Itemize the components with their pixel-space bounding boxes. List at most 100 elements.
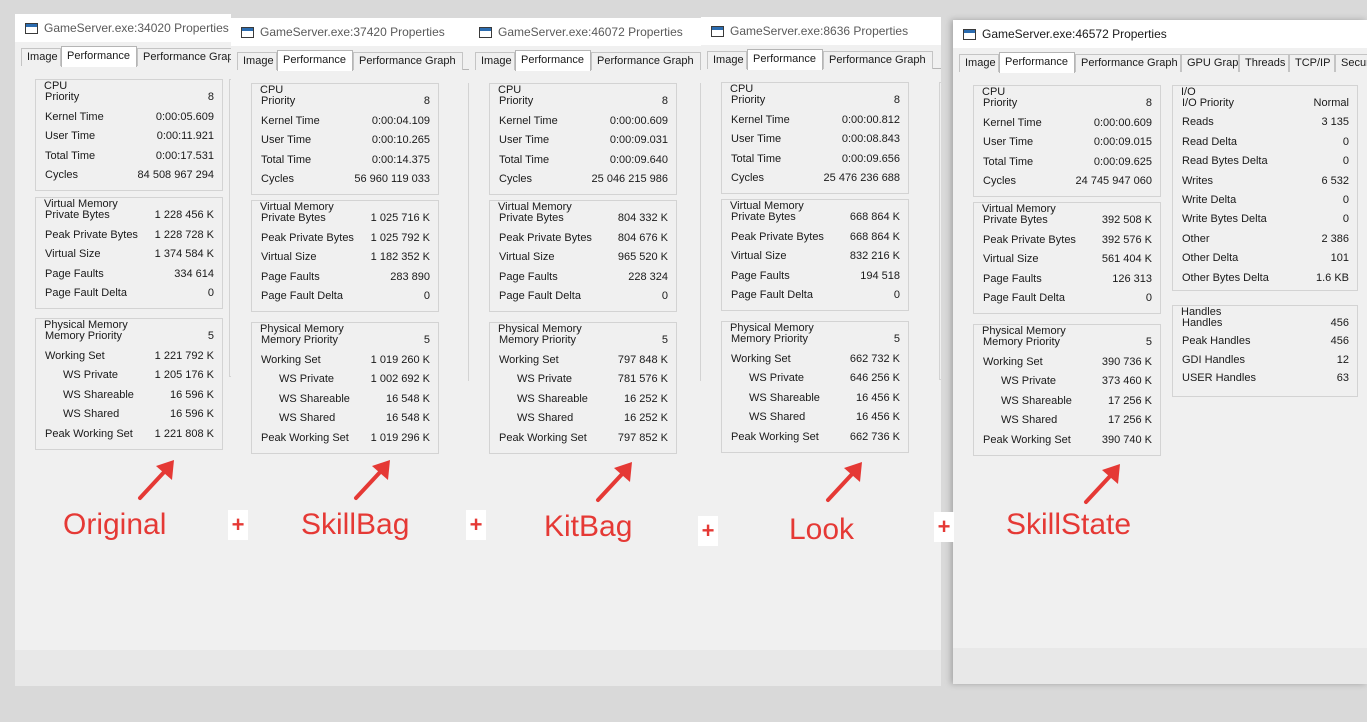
pm-row-ws-private: WS Private 781 576 K bbox=[499, 372, 668, 386]
properties-window-4: GameServer.exe:8636 Properties Image Perfo… bbox=[701, 17, 941, 686]
vm-row-peak-private-bytes: Peak Private Bytes 1 025 792 K bbox=[261, 231, 430, 245]
handles-row-0-value: 456 bbox=[1330, 317, 1349, 329]
io-row-7-label: Other bbox=[1182, 232, 1210, 245]
arrow-icon bbox=[1084, 464, 1120, 504]
title-bar: GameServer.exe:8636 Properties bbox=[701, 17, 941, 45]
tab-image[interactable]: Image bbox=[237, 52, 277, 70]
vm-row-peak-private-bytes-value: 804 676 K bbox=[617, 231, 668, 244]
cpu-row-priority: Priority 8 bbox=[731, 93, 900, 107]
pm-row-memory-priority: Memory Priority 5 bbox=[983, 335, 1152, 349]
io-row-1-label: Reads bbox=[1182, 116, 1214, 129]
tab-image[interactable]: Image bbox=[959, 54, 999, 72]
vm-row-page-faults: Page Faults 283 890 bbox=[261, 270, 430, 284]
pm-row-memory-priority-label: Memory Priority bbox=[731, 333, 809, 345]
properties-window-2: GameServer.exe:37420 Properties Image Perf… bbox=[231, 18, 470, 686]
vm-row-peak-private-bytes-label: Peak Private Bytes bbox=[261, 231, 354, 244]
vm-row-private-bytes-value: 392 508 K bbox=[1101, 214, 1152, 226]
cpu-row-cycles-label: Cycles bbox=[261, 173, 295, 186]
cpu-row-cycles: Cycles 25 046 215 986 bbox=[499, 172, 668, 186]
vm-row-page-fault-delta-label: Page Fault Delta bbox=[499, 290, 581, 303]
tab-performance-graph[interactable]: Performance Graph bbox=[1075, 54, 1181, 72]
cpu-row-cycles-value: 25 046 215 986 bbox=[591, 173, 668, 186]
tab-image[interactable]: Image bbox=[707, 51, 747, 69]
vm-row-page-faults-value: 334 614 bbox=[174, 267, 214, 280]
io-row-0-value: Normal bbox=[1313, 97, 1349, 109]
cpu-row-cycles: Cycles 84 508 967 294 bbox=[45, 168, 214, 182]
plus-sign-4: + bbox=[934, 512, 954, 542]
tab-image[interactable]: Image bbox=[21, 48, 61, 66]
handles-row-2-value: 12 bbox=[1336, 353, 1349, 366]
plus-sign-1: + bbox=[228, 510, 248, 540]
pm-row-working-set-value: 1 019 260 K bbox=[370, 353, 430, 366]
cpu-row-total-time-label: Total Time bbox=[983, 155, 1034, 168]
pm-row-ws-shareable-value: 16 596 K bbox=[169, 388, 214, 401]
vm-row-page-fault-delta: Page Fault Delta 0 bbox=[261, 289, 430, 303]
pm-row-ws-private: WS Private 646 256 K bbox=[731, 371, 900, 385]
vm-row-page-fault-delta: Page Fault Delta 0 bbox=[731, 288, 900, 302]
vm-row-private-bytes-label: Private Bytes bbox=[983, 214, 1048, 226]
tab-performance[interactable]: Performance bbox=[747, 49, 823, 70]
pm-row-working-set: Working Set 1 221 792 K bbox=[45, 349, 214, 363]
tab-tcpip[interactable]: TCP/IP bbox=[1289, 54, 1335, 72]
vm-row-page-faults-label: Page Faults bbox=[499, 270, 558, 283]
vm-row-virtual-size-value: 965 520 K bbox=[617, 251, 668, 264]
tab-threads[interactable]: Threads bbox=[1239, 54, 1289, 72]
cpu-row-user-time: User Time 0:00:11.921 bbox=[45, 129, 214, 143]
tab-performance-graph[interactable]: Performance Graph bbox=[137, 48, 231, 66]
pm-row-ws-shareable: WS Shareable 16 596 K bbox=[45, 388, 214, 402]
cpu-row-kernel-time-label: Kernel Time bbox=[45, 110, 104, 123]
pm-row-ws-shareable: WS Shareable 16 548 K bbox=[261, 392, 430, 406]
handles-row-0-label: Handles bbox=[1182, 317, 1223, 329]
cpu-row-user-time: User Time 0:00:09.031 bbox=[499, 133, 668, 147]
tab-performance[interactable]: Performance bbox=[515, 50, 591, 71]
tab-security[interactable]: Security bbox=[1335, 54, 1367, 72]
vm-row-page-fault-delta: Page Fault Delta 0 bbox=[499, 289, 668, 303]
cpu-row-kernel-time: Kernel Time 0:00:05.609 bbox=[45, 110, 214, 124]
tab-performance-graph[interactable]: Performance Graph bbox=[823, 51, 933, 69]
pm-row-ws-shared-value: 16 252 K bbox=[623, 412, 668, 425]
vm-row-page-fault-delta-label: Page Fault Delta bbox=[731, 289, 813, 302]
pm-row-working-set: Working Set 1 019 260 K bbox=[261, 353, 430, 367]
cpu-row-user-time-label: User Time bbox=[731, 133, 782, 146]
tab-image[interactable]: Image bbox=[475, 52, 515, 70]
cpu-row-cycles-label: Cycles bbox=[499, 173, 533, 186]
tab-performance-graph[interactable]: Performance Graph bbox=[591, 52, 701, 70]
pm-row-working-set-value: 1 221 792 K bbox=[154, 349, 214, 362]
vm-row-virtual-size-label: Virtual Size bbox=[45, 248, 101, 261]
pm-row-working-set-label: Working Set bbox=[261, 353, 321, 366]
vm-row-peak-private-bytes-label: Peak Private Bytes bbox=[731, 230, 824, 243]
handles-row-2-label: GDI Handles bbox=[1182, 353, 1245, 366]
io-row-4-value: 6 532 bbox=[1321, 174, 1349, 187]
tab-performance[interactable]: Performance bbox=[999, 52, 1075, 73]
vm-row-peak-private-bytes: Peak Private Bytes 1 228 728 K bbox=[45, 228, 214, 242]
pm-row-memory-priority-value: 5 bbox=[207, 330, 214, 342]
window-footer bbox=[953, 648, 1367, 684]
tab-performance[interactable]: Performance bbox=[61, 46, 137, 67]
vm-row-page-faults-label: Page Faults bbox=[731, 269, 790, 282]
pm-row-ws-shareable: WS Shareable 16 252 K bbox=[499, 392, 668, 406]
pm-row-memory-priority: Memory Priority 5 bbox=[731, 332, 900, 346]
cpu-group: CPU Priority 8 Kernel Time 0:00:04.109 User T… bbox=[251, 83, 439, 195]
tab-performance-graph[interactable]: Performance Graph bbox=[353, 52, 463, 70]
tab-performance[interactable]: Performance bbox=[277, 50, 353, 71]
io-row-2: Read Delta 0 bbox=[1182, 135, 1349, 149]
tab-strip: Image Performance Performance Graph bbox=[707, 49, 941, 70]
vm-row-virtual-size: Virtual Size 1 182 352 K bbox=[261, 250, 430, 264]
vm-row-page-fault-delta-value: 0 bbox=[207, 287, 214, 300]
vm-row-page-faults-label: Page Faults bbox=[261, 270, 320, 283]
tab-gpu-graph[interactable]: GPU Graph bbox=[1181, 54, 1239, 72]
vm-row-page-fault-delta-label: Page Fault Delta bbox=[983, 292, 1065, 305]
pm-row-peak-working-set-label: Peak Working Set bbox=[499, 432, 587, 444]
io-row-3-value: 0 bbox=[1342, 155, 1349, 168]
cpu-row-cycles-value: 84 508 967 294 bbox=[137, 169, 214, 182]
cpu-row-total-time: Total Time 0:00:17.531 bbox=[45, 149, 214, 163]
properties-window-5: GameServer.exe:46572 Properties Image Perf… bbox=[953, 20, 1367, 684]
cpu-row-priority-value: 8 bbox=[661, 95, 668, 107]
cpu-row-user-time-label: User Time bbox=[45, 130, 96, 143]
vm-row-page-faults-value: 126 313 bbox=[1112, 272, 1152, 285]
io-row-7: Other 2 386 bbox=[1182, 232, 1349, 246]
pm-row-memory-priority-value: 5 bbox=[423, 334, 430, 346]
handles-row-1-value: 456 bbox=[1330, 335, 1349, 348]
app-icon bbox=[25, 23, 38, 34]
pm-row-memory-priority: Memory Priority 5 bbox=[499, 333, 668, 347]
